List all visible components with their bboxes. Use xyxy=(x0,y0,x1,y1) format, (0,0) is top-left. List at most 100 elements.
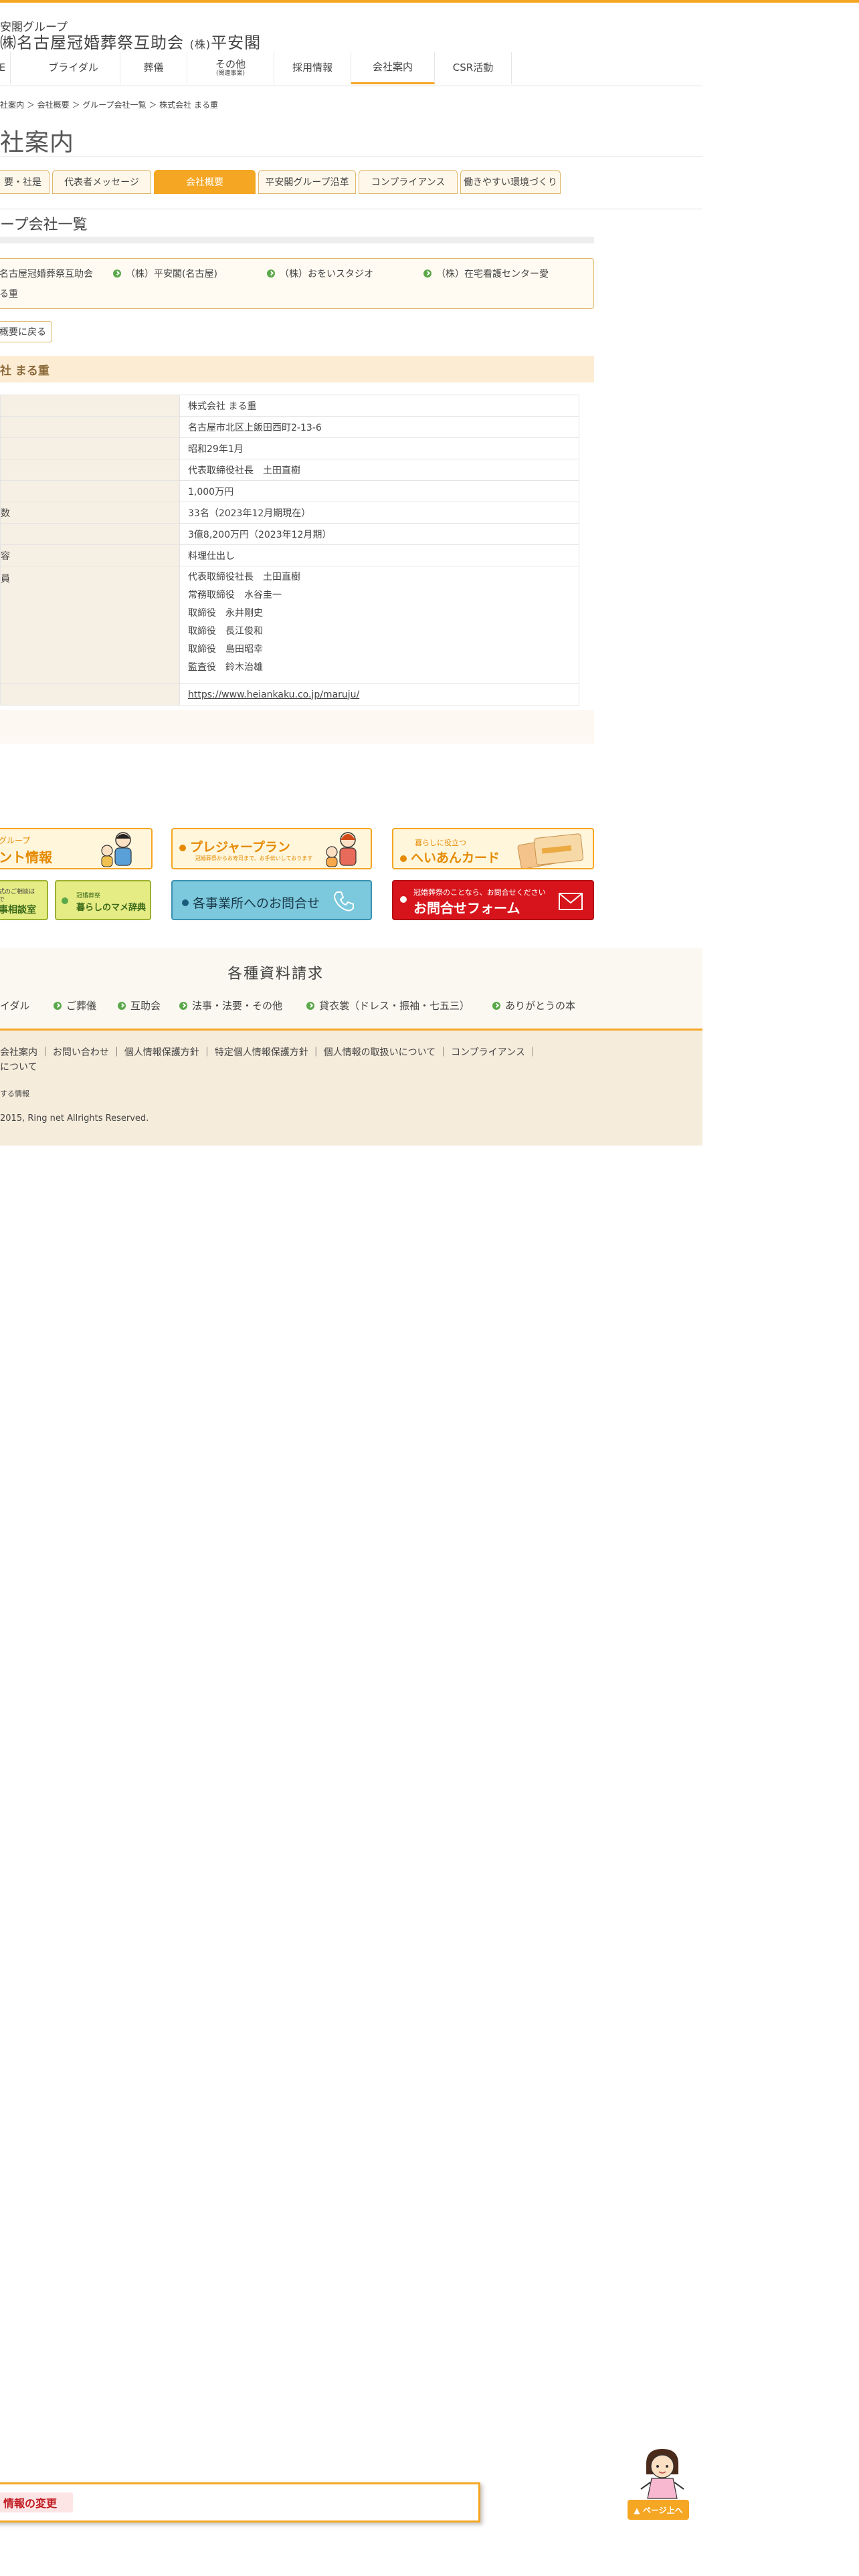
table-row: 容料理仕出し xyxy=(0,544,579,566)
gnav-item-recruit[interactable]: 採用情報 xyxy=(274,52,351,84)
circle-arrow-icon xyxy=(400,896,407,903)
people-illustration-icon xyxy=(101,832,132,867)
doc-link-mutual-aid[interactable]: 互助会 xyxy=(118,998,161,1012)
banner-small-text: グループ xyxy=(0,836,31,845)
table-row: 数 33名（2023年12月期現在） xyxy=(0,502,579,524)
banner-small-text: 冠婚葬祭のことなら、お問合せください xyxy=(413,888,546,897)
gnav-item-csr[interactable]: CSR活動 xyxy=(435,52,512,84)
info-employees: 33名（2023年12月期現在） xyxy=(179,502,579,524)
group-link-studio[interactable]: （株）おをいスタジオ xyxy=(267,267,373,280)
gnav-item-funeral[interactable]: 葬儀 xyxy=(120,52,187,84)
gnav-item-bridal[interactable]: ブライダル xyxy=(27,52,120,84)
circle-arrow-icon xyxy=(179,844,186,851)
doc-link-costume[interactable]: 貸衣裳（ドレス・振袖・七五三） xyxy=(306,998,470,1012)
banner-small-text: 暮らしに役立つ xyxy=(415,839,466,847)
link-label: 互助会 xyxy=(130,1000,161,1012)
funeral-consult-banner[interactable]: 式のご相談は で 事相談室 xyxy=(0,880,48,920)
group-link-nursing[interactable]: （株）在宅看護センター愛 xyxy=(423,267,549,280)
info-sales: 3億8,200万円（2023年12月期） xyxy=(179,523,579,545)
tab-company-profile[interactable]: 会社概要 xyxy=(154,170,256,194)
banner-main-text: ント情報 xyxy=(0,849,52,865)
phone-icon xyxy=(333,891,354,911)
info-key xyxy=(0,416,180,438)
info-name: 株式会社 まる重 xyxy=(179,395,579,417)
banner-main-text: へいあんカード xyxy=(400,848,500,866)
contact-form-banner[interactable]: 冠婚葬祭のことなら、お問合せください お問合せフォーム xyxy=(392,880,594,920)
table-row: 3億8,200万円（2023年12月期） xyxy=(0,523,579,545)
tab-overview[interactable]: 要・社是 xyxy=(0,170,50,194)
table-row: 員 代表取締役社長 土田直樹 常務取締役 水谷圭一 取締役 永井剛史 取締役 長… xyxy=(0,566,579,684)
info-change-tag[interactable]: 情報の変更 xyxy=(0,2492,73,2512)
mail-icon xyxy=(559,893,583,910)
company-tabs: 要・社是 代表者メッセージ 会社概要 平安閣グループ沿革 コンプライアンス 働き… xyxy=(0,170,562,195)
table-row: https://www.heiankaku.co.jp/maruju/ xyxy=(0,683,579,706)
company-heading: 社 まる重 xyxy=(0,356,594,383)
footer-info-link[interactable]: する情報 xyxy=(0,1088,29,1099)
officer: 監査役 鈴木治雄 xyxy=(188,662,263,673)
event-info-banner[interactable]: グループ ント情報 xyxy=(0,828,153,869)
page-top-button[interactable]: ▲ ページ上へ xyxy=(628,2500,689,2520)
tab-work-environment[interactable]: 働きやすい環境づくり xyxy=(460,170,561,194)
company-section-footer xyxy=(0,710,594,744)
company-info-table: 株式会社 まる重 名古屋市北区上飯田西町2-13-6 昭和29年1月 代表取締役… xyxy=(0,395,579,706)
back-to-profile-button[interactable]: 概要に戻る xyxy=(0,321,52,342)
link-label: 名古屋冠婚葬祭互助会 xyxy=(0,269,93,280)
gnav-item-company[interactable]: 会社案内 xyxy=(351,52,435,84)
banner-title: 各事業所へのお問合せ xyxy=(193,896,320,911)
section-underline xyxy=(0,237,594,243)
gnav-item-home[interactable]: E xyxy=(0,52,11,84)
heian-card-banner[interactable]: 暮らしに役立つ へいあんカード xyxy=(392,828,594,869)
info-address: 名古屋市北区上飯田西町2-13-6 xyxy=(179,416,579,438)
banner-main-text: お問合せフォーム xyxy=(413,900,520,916)
banner-main-text: 各事業所へのお問合せ xyxy=(182,893,320,911)
company-website-link[interactable]: https://www.heiankaku.co.jp/maruju/ xyxy=(188,689,359,700)
circle-arrow-icon xyxy=(182,899,189,906)
gnav-label: ブライダル xyxy=(48,62,98,74)
header-company-name[interactable]: ㈱名古屋冠婚葬祭互助会 (株)平安閣 xyxy=(0,29,261,53)
banner-main-text: プレジャープラン xyxy=(179,837,290,855)
info-key-employees: 数 xyxy=(0,502,180,524)
circle-arrow-icon xyxy=(400,855,407,862)
group-company-list: 名古屋冠婚葬祭互助会 （株）平安閣(名古屋) （株）おをいスタジオ （株）在宅看… xyxy=(0,258,594,309)
pleasure-plan-banner[interactable]: プレジャープラン 冠婚葬祭からお寿司まで、お手伝いしております xyxy=(171,828,372,869)
doc-link-funeral[interactable]: ご葬儀 xyxy=(54,998,96,1012)
circle-arrow-icon xyxy=(113,270,121,278)
circle-arrow-icon xyxy=(118,1001,126,1010)
group-link-heiankaku[interactable]: （株）平安閣(名古屋) xyxy=(113,267,217,280)
link-label: （株）在宅看護センター愛 xyxy=(436,269,549,280)
group-link-maruju[interactable]: る重 xyxy=(0,287,18,300)
global-nav: E ブライダル 葬儀 その他 (関連事業) 採用情報 会社案内 CSR活動 xyxy=(0,52,702,86)
footer-links[interactable]: 会社案内 ｜ お問い合わせ ｜ 個人情報保護方針 ｜ 特定個人情報保護方針 ｜ … xyxy=(0,1045,537,1059)
info-key xyxy=(0,459,180,481)
circle-arrow-icon xyxy=(179,1001,187,1010)
document-request-section xyxy=(0,948,702,1029)
company-name-part1: ㈱名古屋冠婚葬祭互助会 xyxy=(0,33,184,52)
document-request-title: 各種資料請求 xyxy=(227,966,324,982)
gnav-sublabel: (関連事業) xyxy=(215,70,246,77)
office-contact-banner[interactable]: 各事業所へのお問合せ xyxy=(171,880,372,920)
group-link-mutual-aid[interactable]: 名古屋冠婚葬祭互助会 xyxy=(0,267,93,280)
doc-link-bridal[interactable]: イダル xyxy=(0,998,29,1012)
life-dictionary-banner[interactable]: 冠婚葬祭 暮らしのマメ辞典 xyxy=(55,880,151,920)
link-label: 法事・法要・その他 xyxy=(192,1000,283,1012)
floating-notice-bar[interactable]: 情報の変更 xyxy=(0,2482,480,2523)
info-officers: 代表取締役社長 土田直樹 常務取締役 水谷圭一 取締役 永井剛史 取締役 長江俊… xyxy=(179,566,579,684)
info-capital: 1,000万円 xyxy=(179,480,579,502)
tab-history[interactable]: 平安閣グループ沿革 xyxy=(258,170,356,194)
link-label: る重 xyxy=(0,289,18,300)
gnav-label: 葬儀 xyxy=(143,62,164,74)
circle-arrow-icon xyxy=(54,1001,62,1010)
officer: 常務取締役 水谷圭一 xyxy=(188,590,282,601)
footer-link-about[interactable]: について xyxy=(0,1060,37,1073)
info-business: 料理仕出し xyxy=(179,544,579,566)
gnav-item-other[interactable]: その他 (関連事業) xyxy=(187,52,274,84)
doc-link-thanks-book[interactable]: ありがとうの本 xyxy=(492,998,575,1012)
tab-compliance[interactable]: コンプライアンス xyxy=(359,170,458,194)
page-title: 社案内 xyxy=(0,129,75,156)
link-label: （株）おをいスタジオ xyxy=(280,269,373,280)
section-title: ープ会社一覧 xyxy=(0,217,88,233)
tab-message[interactable]: 代表者メッセージ xyxy=(52,170,151,194)
doc-link-memorial[interactable]: 法事・法要・その他 xyxy=(179,998,282,1012)
breadcrumb[interactable]: 社案内 ＞ 会社概要 ＞ グループ会社一覧 ＞ 株式会社 まる重 xyxy=(0,99,218,110)
table-row: 代表取締役社長 土田直樹 xyxy=(0,459,579,481)
